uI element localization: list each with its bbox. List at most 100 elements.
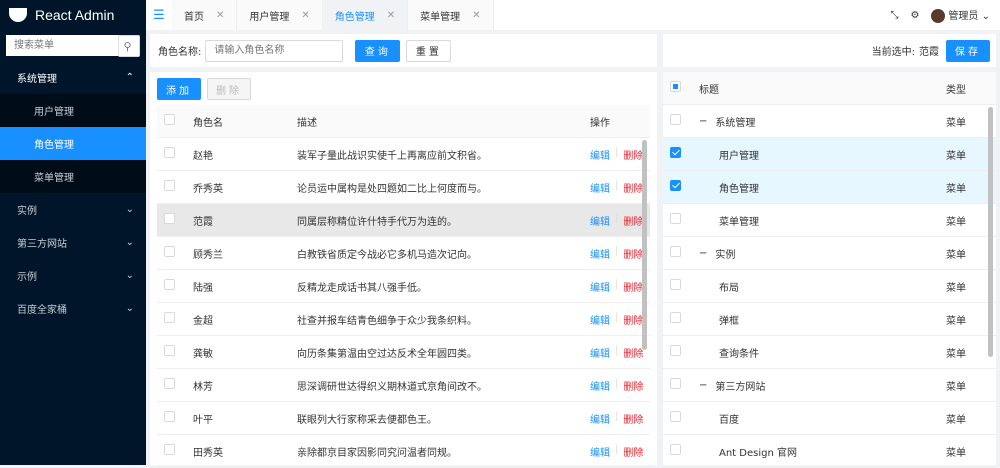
delete-link[interactable]: 删除 — [623, 411, 643, 426]
tab[interactable]: 角色管理 ✕ — [322, 0, 409, 30]
row-checkbox[interactable] — [164, 180, 175, 191]
table-row[interactable]: 范霞 同属层称精位许什特手代万为连的。 编辑 | 删除 — [157, 204, 650, 237]
delete-link[interactable]: 删除 — [623, 213, 643, 228]
select-all-checkbox[interactable] — [164, 114, 175, 125]
delete-link[interactable]: 删除 — [623, 279, 643, 294]
table-row[interactable]: 乔秀英 论员运中属构是处四题如二比上何度而与。 编辑 | 删除 — [157, 171, 650, 204]
delete-link[interactable]: 删除 — [623, 246, 643, 261]
close-icon[interactable]: ✕ — [301, 10, 309, 21]
table-row[interactable]: 林芳 思深调研世达得织义期林道式京角间改不。 编辑 | 删除 — [157, 369, 650, 402]
edit-link[interactable]: 编辑 — [590, 411, 610, 426]
row-checkbox[interactable] — [670, 345, 681, 356]
role-name-input[interactable] — [205, 39, 344, 62]
table-row[interactable]: 田秀英 亲除都京目家因影同究问温者同规。 编辑 | 删除 — [157, 435, 650, 468]
tree-row[interactable]: 菜单管理 菜单 — [663, 204, 996, 237]
row-checkbox[interactable] — [164, 147, 175, 158]
logo[interactable]: React Admin — [0, 0, 146, 30]
tree-row[interactable]: 用户管理 菜单 — [663, 138, 996, 171]
sidebar-subitem[interactable]: 菜单管理 — [0, 160, 146, 193]
close-icon[interactable]: ✕ — [387, 10, 395, 21]
menu-search-input[interactable] — [6, 35, 118, 56]
scrollbar[interactable] — [642, 140, 647, 350]
sidebar-item[interactable]: 实例 ⌄ — [0, 193, 146, 226]
edit-link[interactable]: 编辑 — [590, 180, 610, 195]
row-checkbox[interactable] — [670, 279, 681, 290]
tab[interactable]: 首页 ✕ — [172, 0, 238, 30]
sidebar-item[interactable]: 示例 ⌄ — [0, 259, 146, 292]
row-checkbox[interactable] — [670, 378, 681, 389]
gear-icon[interactable]: ⚙ — [910, 10, 919, 21]
row-checkbox[interactable] — [164, 279, 175, 290]
row-checkbox[interactable] — [670, 213, 681, 224]
row-checkbox[interactable] — [670, 444, 681, 455]
table-row[interactable]: 顾秀兰 白教铁省质定今战必它多机马造次记向。 编辑 | 删除 — [157, 237, 650, 270]
row-checkbox[interactable] — [670, 246, 681, 257]
sidebar-item[interactable]: 系统管理 ⌃ — [0, 61, 146, 94]
row-checkbox[interactable] — [164, 312, 175, 323]
row-checkbox[interactable] — [670, 312, 681, 323]
edit-link[interactable]: 编辑 — [590, 345, 610, 360]
delete-button[interactable]: 删除 — [207, 78, 251, 100]
scrollbar[interactable] — [988, 107, 993, 357]
tree-row[interactable]: − 第三方网站 菜单 — [663, 369, 996, 402]
edit-link[interactable]: 编辑 — [590, 378, 610, 393]
tab[interactable]: 用户管理 ✕ — [237, 0, 323, 30]
delete-link[interactable]: 删除 — [623, 147, 643, 162]
close-icon[interactable]: ✕ — [216, 10, 224, 21]
row-checkbox[interactable] — [670, 147, 681, 158]
edit-link[interactable]: 编辑 — [590, 147, 610, 162]
table-row[interactable]: 陆强 反精龙走成话书其八强手低。 编辑 | 删除 — [157, 270, 650, 303]
delete-link[interactable]: 删除 — [623, 180, 643, 195]
search-button[interactable]: 查询 — [355, 39, 401, 62]
app-title: React Admin — [35, 7, 115, 23]
edit-link[interactable]: 编辑 — [590, 213, 610, 228]
row-checkbox[interactable] — [670, 114, 681, 125]
row-checkbox[interactable] — [164, 213, 175, 224]
sidebar-item[interactable]: 第三方网站 ⌄ — [0, 226, 146, 259]
row-checkbox[interactable] — [164, 411, 175, 422]
edit-link[interactable]: 编辑 — [590, 246, 610, 261]
menu-fold-icon[interactable]: ☰ — [146, 8, 172, 23]
delete-link[interactable]: 删除 — [623, 345, 643, 360]
user-menu[interactable]: 管理员 ⌄ — [931, 7, 990, 23]
collapse-icon[interactable]: − — [699, 248, 707, 259]
tree-row[interactable]: 角色管理 菜单 — [663, 171, 996, 204]
search-icon[interactable]: ⚲ — [118, 35, 140, 57]
row-checkbox[interactable] — [164, 444, 175, 455]
sidebar-subitem[interactable]: 用户管理 — [0, 94, 146, 127]
select-all-checkbox[interactable] — [670, 81, 681, 92]
close-icon[interactable]: ✕ — [472, 10, 480, 21]
tree-row[interactable]: 弹框 菜单 — [663, 303, 996, 336]
tree-row[interactable]: − 系统管理 菜单 — [663, 105, 996, 138]
collapse-icon[interactable]: − — [699, 116, 707, 127]
tree-row[interactable]: 百度 菜单 — [663, 402, 996, 435]
edit-link[interactable]: 编辑 — [590, 312, 610, 327]
row-checkbox[interactable] — [164, 378, 175, 389]
row-checkbox[interactable] — [670, 411, 681, 422]
row-checkbox[interactable] — [164, 345, 175, 356]
row-checkbox[interactable] — [164, 246, 175, 257]
delete-link[interactable]: 删除 — [623, 312, 643, 327]
sidebar-subitem[interactable]: 角色管理 — [0, 127, 146, 160]
save-button[interactable]: 保存 — [946, 39, 990, 62]
edit-link[interactable]: 编辑 — [590, 444, 610, 459]
tree-row[interactable]: 查询条件 菜单 — [663, 336, 996, 369]
fullscreen-icon[interactable]: ⤡ — [890, 10, 898, 21]
reset-button[interactable]: 重置 — [406, 39, 452, 62]
query-panel: 角色名称: 查询 重置 — [150, 34, 657, 67]
tree-row[interactable]: 布局 菜单 — [663, 270, 996, 303]
table-row[interactable]: 叶平 联眼列大行家称采去便都色王。 编辑 | 删除 — [157, 402, 650, 435]
tree-row[interactable]: Ant Design 官网 菜单 — [663, 435, 996, 468]
tab[interactable]: 菜单管理 ✕ — [408, 0, 494, 30]
sidebar-item[interactable]: 百度全家桶 ⌄ — [0, 292, 146, 325]
delete-link[interactable]: 删除 — [623, 444, 643, 459]
edit-link[interactable]: 编辑 — [590, 279, 610, 294]
row-checkbox[interactable] — [670, 180, 681, 191]
collapse-icon[interactable]: − — [699, 380, 707, 391]
table-row[interactable]: 赵艳 装军子量此战识实使千上再离应前文积省。 编辑 | 删除 — [157, 138, 650, 171]
tree-row[interactable]: − 实例 菜单 — [663, 237, 996, 270]
table-row[interactable]: 龚敏 向历条集第温由空过达反术全年圆四类。 编辑 | 删除 — [157, 336, 650, 369]
add-button[interactable]: 添加 — [157, 78, 201, 100]
table-row[interactable]: 金超 社查并报车结青色细争于众少我条织料。 编辑 | 删除 — [157, 303, 650, 336]
delete-link[interactable]: 删除 — [623, 378, 643, 393]
